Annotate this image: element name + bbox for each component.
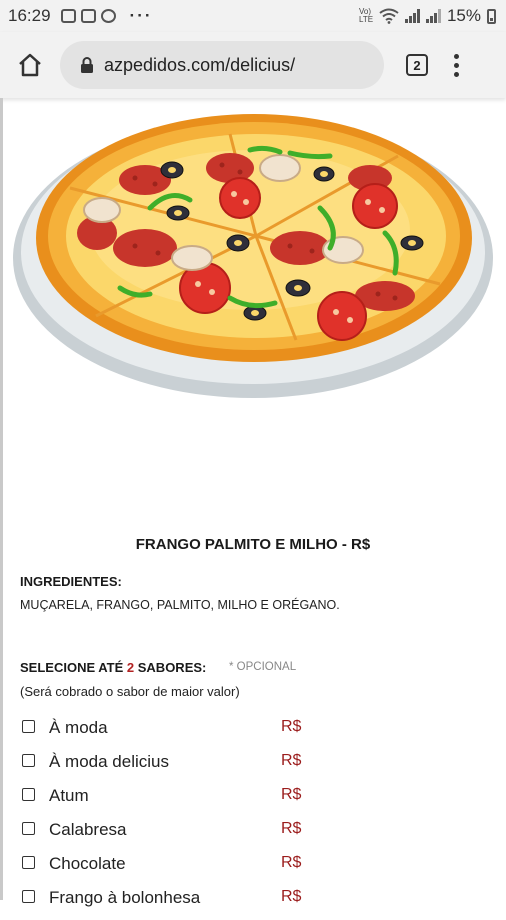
flavor-option[interactable]: Calabresa R$ <box>0 818 506 852</box>
flavors-note: (Será cobrado o sabor de maior valor) <box>20 684 240 699</box>
flavor-label: À moda delicius <box>49 752 170 771</box>
ingredients-text: MUÇARELA, FRANGO, PALMITO, MILHO E ORÉGA… <box>20 598 340 612</box>
flavor-label: Calabresa <box>49 820 127 839</box>
battery-icon <box>487 8 496 24</box>
overflow-menu-icon[interactable] <box>454 53 459 77</box>
status-bar: 16:29 ··· Vo) LTE 15% <box>0 0 506 32</box>
flavor-checkbox[interactable] <box>22 788 35 801</box>
flavor-price: R$ <box>281 854 302 871</box>
flavor-label: Chocolate <box>49 854 126 873</box>
notification-icons <box>60 9 116 23</box>
home-icon <box>19 53 41 77</box>
flavor-option[interactable]: Atum R$ <box>0 784 506 818</box>
flavor-price: R$ <box>281 888 302 905</box>
flavor-checkbox[interactable] <box>22 754 35 767</box>
battery-percent: 15% <box>446 6 481 25</box>
optional-label: * OPCIONAL <box>229 661 297 673</box>
flavor-checkbox[interactable] <box>22 890 35 903</box>
flavor-checkbox[interactable] <box>22 822 35 835</box>
ingredients-heading: INGREDIENTES: <box>20 574 122 589</box>
flavor-price: R$ <box>281 752 302 769</box>
flavor-label: Atum <box>49 786 89 805</box>
gallery-icon <box>60 9 76 23</box>
flavor-label: À moda <box>49 718 108 737</box>
whatsapp-icon <box>100 9 116 23</box>
status-right: Vo) LTE 15% <box>359 6 496 26</box>
signal-icon <box>404 9 420 23</box>
flavors-heading-prefix: SELECIONE ATÉ <box>20 660 127 675</box>
flavor-option[interactable]: À moda R$ <box>0 716 506 750</box>
flavors-heading: SELECIONE ATÉ 2 SABORES: <box>20 660 206 675</box>
address-bar[interactable]: azpedidos.com/delicius/ <box>60 41 384 89</box>
flavor-option[interactable]: Chocolate R$ <box>0 852 506 886</box>
instagram-icon <box>80 9 96 23</box>
flavor-price: R$ <box>281 718 302 735</box>
lock-icon <box>80 56 94 74</box>
flavor-checkbox[interactable] <box>22 720 35 733</box>
flavor-checkbox[interactable] <box>22 856 35 869</box>
volte-indicator: Vo) LTE <box>358 7 374 24</box>
browser-toolbar: azpedidos.com/delicius/ 2 <box>0 32 506 98</box>
flavor-option[interactable]: Frango à bolonhesa R$ <box>0 886 506 920</box>
tab-switcher-button[interactable]: 2 <box>406 54 428 76</box>
signal-icon-2 <box>425 9 441 23</box>
flavor-price: R$ <box>281 820 302 837</box>
flavor-label: Frango à bolonhesa <box>49 888 201 907</box>
pizza-image <box>13 114 493 398</box>
flavor-price: R$ <box>281 786 302 803</box>
home-button[interactable] <box>7 42 53 88</box>
wifi-icon <box>379 8 399 24</box>
product-title: FRANGO PALMITO E MILHO - R$ <box>135 536 371 553</box>
url-text: azpedidos.com/delicius/ <box>104 54 296 75</box>
status-time: 16:29 <box>8 6 51 25</box>
flavor-option[interactable]: À moda delicius R$ <box>0 750 506 784</box>
flavors-heading-suffix: SABORES: <box>134 660 207 675</box>
more-notifications-icon: ··· <box>129 6 153 25</box>
